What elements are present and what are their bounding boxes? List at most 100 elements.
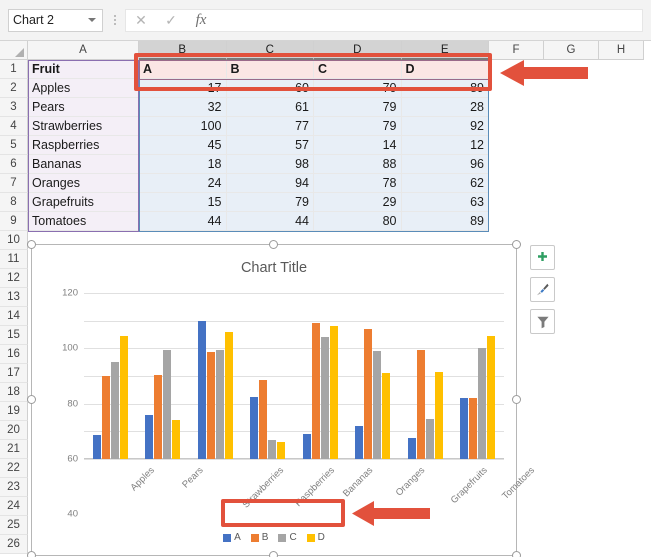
check-icon[interactable]: ✓ xyxy=(156,10,186,31)
column-header-c[interactable]: C xyxy=(227,41,315,60)
row-header-7[interactable]: 7 xyxy=(0,174,28,193)
cell-c7[interactable]: 94 xyxy=(227,174,315,193)
row-header-19[interactable]: 19 xyxy=(0,402,28,421)
cell-a3[interactable]: Pears xyxy=(28,98,139,117)
chart-handle-middle-right[interactable] xyxy=(512,395,521,404)
chevron-down-icon[interactable] xyxy=(88,18,96,22)
cell-a9[interactable]: Tomatoes xyxy=(28,212,139,231)
cell-a6[interactable]: Bananas xyxy=(28,155,139,174)
cell-c5[interactable]: 57 xyxy=(227,136,315,155)
row-header-26[interactable]: 26 xyxy=(0,535,28,554)
chart-bar-strawberries-b[interactable] xyxy=(207,352,215,459)
row-header-12[interactable]: 12 xyxy=(0,269,28,288)
chart-bar-pears-d[interactable] xyxy=(172,420,180,459)
chart-bar-raspberries-d[interactable] xyxy=(277,442,285,459)
chart-bar-oranges-b[interactable] xyxy=(364,329,372,459)
chart-bar-group-raspberries[interactable] xyxy=(242,293,295,459)
chart-bar-strawberries-a[interactable] xyxy=(198,321,206,459)
row-header-6[interactable]: 6 xyxy=(0,155,28,174)
chart-legend-item-c[interactable]: C xyxy=(278,532,296,543)
row-header-16[interactable]: 16 xyxy=(0,345,28,364)
row-header-25[interactable]: 25 xyxy=(0,516,28,535)
chart-bar-grapefruits-d[interactable] xyxy=(435,372,443,459)
chart-handle-bottom-center[interactable] xyxy=(269,551,278,557)
cell-e4[interactable]: 92 xyxy=(402,117,490,136)
chart-handle-top-left[interactable] xyxy=(27,240,36,249)
chart-bar-grapefruits-c[interactable] xyxy=(426,419,434,459)
chart-bar-group-pears[interactable] xyxy=(137,293,190,459)
row-header-24[interactable]: 24 xyxy=(0,497,28,516)
column-header-b[interactable]: B xyxy=(139,41,227,60)
chart-bar-apples-b[interactable] xyxy=(102,376,110,459)
cell-b9[interactable]: 44 xyxy=(139,212,227,231)
cell-a4[interactable]: Strawberries xyxy=(28,117,139,136)
cell-d3[interactable]: 79 xyxy=(314,98,402,117)
chart-bar-oranges-d[interactable] xyxy=(382,373,390,459)
chart-bar-pears-c[interactable] xyxy=(163,350,171,459)
cell-d8[interactable]: 29 xyxy=(314,193,402,212)
chart-bar-bananas-d[interactable] xyxy=(330,326,338,459)
chart-bar-apples-a[interactable] xyxy=(93,435,101,459)
chart-bar-tomatoes-d[interactable] xyxy=(487,336,495,459)
chart-bar-group-oranges[interactable] xyxy=(347,293,400,459)
row-header-9[interactable]: 9 xyxy=(0,212,28,231)
cell-e3[interactable]: 28 xyxy=(402,98,490,117)
chart-bar-oranges-c[interactable] xyxy=(373,351,381,459)
row-header-4[interactable]: 4 xyxy=(0,117,28,136)
row-header-8[interactable]: 8 xyxy=(0,193,28,212)
chart-handle-bottom-left[interactable] xyxy=(27,551,36,557)
cell-a2[interactable]: Apples xyxy=(28,79,139,98)
cell-b8[interactable]: 15 xyxy=(139,193,227,212)
column-header-a[interactable]: A xyxy=(28,41,139,60)
row-header-20[interactable]: 20 xyxy=(0,421,28,440)
chart-bar-bananas-b[interactable] xyxy=(312,323,320,459)
chart-bar-group-apples[interactable] xyxy=(84,293,137,459)
formula-input[interactable] xyxy=(216,9,643,32)
cell-c4[interactable]: 77 xyxy=(227,117,315,136)
chart-legend-item-d[interactable]: D xyxy=(307,532,325,543)
chart-bar-oranges-a[interactable] xyxy=(355,426,363,459)
cell-d7[interactable]: 78 xyxy=(314,174,402,193)
cell-d6[interactable]: 88 xyxy=(314,155,402,174)
chart-legend-item-b[interactable]: B xyxy=(251,532,269,543)
row-header-10[interactable]: 10 xyxy=(0,231,28,250)
cell-c9[interactable]: 44 xyxy=(227,212,315,231)
cell-b6[interactable]: 18 xyxy=(139,155,227,174)
cell-e9[interactable]: 89 xyxy=(402,212,490,231)
cell-c3[interactable]: 61 xyxy=(227,98,315,117)
cell-c8[interactable]: 79 xyxy=(227,193,315,212)
chart-handle-top-center[interactable] xyxy=(269,240,278,249)
row-header-11[interactable]: 11 xyxy=(0,250,28,269)
chart-handle-middle-left[interactable] xyxy=(27,395,36,404)
row-header-17[interactable]: 17 xyxy=(0,364,28,383)
chart-plot-area[interactable]: 020406080100120 xyxy=(84,293,504,459)
cell-e8[interactable]: 63 xyxy=(402,193,490,212)
chart-bar-group-strawberries[interactable] xyxy=(189,293,242,459)
chart-title[interactable]: Chart Title xyxy=(32,260,516,276)
cell-b4[interactable]: 100 xyxy=(139,117,227,136)
column-header-e[interactable]: E xyxy=(402,41,490,60)
chart-bar-tomatoes-b[interactable] xyxy=(469,398,477,459)
cell-e2[interactable]: 89 xyxy=(402,79,490,98)
cell-a5[interactable]: Raspberries xyxy=(28,136,139,155)
cell-a1[interactable]: Fruit xyxy=(28,60,139,79)
row-header-14[interactable]: 14 xyxy=(0,307,28,326)
select-all-button[interactable] xyxy=(0,41,28,60)
row-header-3[interactable]: 3 xyxy=(0,98,28,117)
chart-bar-apples-c[interactable] xyxy=(111,362,119,459)
cell-e6[interactable]: 96 xyxy=(402,155,490,174)
chart-bar-group-grapefruits[interactable] xyxy=(399,293,452,459)
chart-handle-top-right[interactable] xyxy=(512,240,521,249)
chart-bar-strawberries-c[interactable] xyxy=(216,350,224,459)
chart-bar-pears-b[interactable] xyxy=(154,375,162,459)
chart-bar-raspberries-a[interactable] xyxy=(250,397,258,459)
chart-legend[interactable]: ABCD xyxy=(32,532,516,543)
chart-filters-button[interactable] xyxy=(530,309,555,334)
column-header-d[interactable]: D xyxy=(314,41,402,60)
cell-c6[interactable]: 98 xyxy=(227,155,315,174)
cell-b1[interactable]: A xyxy=(139,60,227,79)
cell-b3[interactable]: 32 xyxy=(139,98,227,117)
formula-bar-grip[interactable] xyxy=(109,9,121,32)
cell-e5[interactable]: 12 xyxy=(402,136,490,155)
row-header-2[interactable]: 2 xyxy=(0,79,28,98)
